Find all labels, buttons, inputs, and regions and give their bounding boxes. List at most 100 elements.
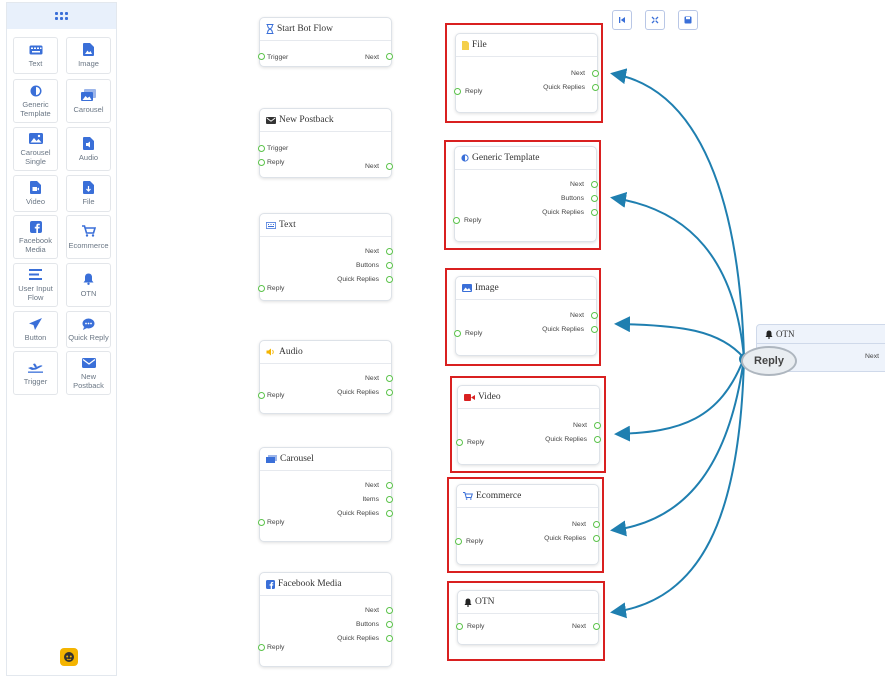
input-port[interactable] (454, 88, 461, 95)
output-port[interactable] (386, 375, 393, 382)
node-facebook-media[interactable]: Facebook Media Next Buttons Quick Replie… (258, 572, 393, 667)
file-icon (462, 40, 469, 50)
output-port[interactable] (386, 53, 393, 60)
port-label: Next (865, 353, 879, 360)
port-label: Trigger (267, 54, 289, 61)
output-port[interactable] (592, 70, 599, 77)
previous-button[interactable] (612, 10, 632, 30)
paper-plane-icon (29, 317, 42, 330)
output-port[interactable] (386, 621, 393, 628)
sidebar-item-trigger[interactable]: Trigger (13, 351, 58, 395)
port-label: Buttons (560, 195, 584, 202)
input-port[interactable] (258, 392, 265, 399)
output-port[interactable] (386, 276, 393, 283)
bell-icon (765, 330, 773, 339)
input-port[interactable] (456, 623, 463, 630)
port-label: Next (572, 623, 586, 630)
sidebar-item-facebook-media[interactable]: Facebook Media (13, 215, 58, 259)
sidebar-menu-toggle[interactable] (7, 3, 116, 29)
output-port[interactable] (591, 312, 598, 319)
node-text[interactable]: Text Next Buttons Quick Replies Reply (258, 213, 393, 301)
port-label: Reply (267, 159, 285, 166)
node-image[interactable]: Image Next Quick Replies Reply (454, 276, 598, 356)
input-port[interactable] (453, 217, 460, 224)
output-port[interactable] (594, 422, 601, 429)
node-title: Carousel (260, 448, 391, 471)
envelope-icon (81, 356, 96, 369)
input-port[interactable] (455, 538, 462, 545)
input-port[interactable] (258, 519, 265, 526)
node-start-bot-flow[interactable]: Start Bot Flow Trigger Next (258, 17, 393, 67)
node-video[interactable]: Video Next Quick Replies Reply (456, 385, 601, 465)
sidebar-item-button[interactable]: Button (13, 311, 58, 348)
input-port[interactable] (258, 53, 265, 60)
port-label: Quick Replies (542, 326, 584, 333)
connector-to-video (614, 357, 745, 442)
output-port[interactable] (386, 496, 393, 503)
output-port[interactable] (592, 84, 599, 91)
reply-output-port[interactable]: Reply (741, 346, 797, 376)
sidebar-item-file[interactable]: File (66, 175, 111, 212)
connector-to-image (614, 316, 745, 359)
node-title: Image (456, 277, 596, 300)
node-audio[interactable]: Audio Next Quick Replies Reply (258, 340, 393, 414)
port-label: Quick Replies (543, 84, 585, 91)
input-port[interactable] (456, 439, 463, 446)
output-port[interactable] (386, 262, 393, 269)
port-label: Next (365, 482, 379, 489)
sidebar-item-text[interactable]: Text (13, 37, 58, 74)
output-port[interactable] (593, 535, 600, 542)
node-file[interactable]: File Next Quick Replies Reply (454, 33, 599, 113)
output-port[interactable] (591, 181, 598, 188)
port-label: Reply (267, 392, 285, 399)
sidebar-item-audio[interactable]: Audio (66, 127, 111, 171)
input-port[interactable] (258, 644, 265, 651)
hourglass-icon (266, 24, 274, 34)
sidebar-item-video[interactable]: Video (13, 175, 58, 212)
sidebar-item-image[interactable]: Image (66, 37, 111, 74)
node-generic-template[interactable]: Generic Template Next Buttons Quick Repl… (453, 146, 598, 242)
node-ecommerce[interactable]: Ecommerce Next Quick Replies Reply (455, 484, 600, 565)
sidebar-item-new-postback[interactable]: New Postback (66, 351, 111, 395)
input-port[interactable] (258, 159, 265, 166)
node-carousel[interactable]: Carousel Next Items Quick Replies Reply (258, 447, 393, 542)
input-port[interactable] (258, 145, 265, 152)
input-port[interactable] (258, 285, 265, 292)
node-title: Generic Template (455, 147, 596, 170)
output-port[interactable] (591, 195, 598, 202)
sidebar-item-ecommerce[interactable]: Ecommerce (66, 215, 111, 259)
output-port[interactable] (386, 607, 393, 614)
output-port[interactable] (386, 163, 393, 170)
sidebar-item-carousel[interactable]: Carousel (66, 79, 111, 123)
input-port[interactable] (454, 330, 461, 337)
output-port[interactable] (386, 510, 393, 517)
half-circle-icon (30, 84, 42, 97)
sidebar-item-otn[interactable]: OTN (66, 263, 111, 307)
output-port[interactable] (386, 635, 393, 642)
collapse-button[interactable] (645, 10, 665, 30)
video-camera-icon (464, 393, 475, 401)
output-port[interactable] (591, 209, 598, 216)
output-port[interactable] (591, 326, 598, 333)
envelope-icon (266, 116, 276, 124)
output-port[interactable] (386, 248, 393, 255)
sidebar-item-carousel-single[interactable]: Carousel Single (13, 127, 58, 171)
sidebar-item-label: Video (25, 197, 46, 206)
node-new-postback[interactable]: New Postback Trigger Reply Next (258, 108, 393, 178)
lines-icon (29, 268, 42, 281)
sidebar-item-generic-template[interactable]: Generic Template (13, 79, 58, 123)
sidebar-item-quick-reply[interactable]: Quick Reply (66, 311, 111, 348)
save-button[interactable] (678, 10, 698, 30)
output-port[interactable] (386, 389, 393, 396)
output-port[interactable] (594, 436, 601, 443)
plane-icon (28, 361, 43, 374)
collapse-icon (651, 11, 659, 29)
cart-icon (463, 492, 473, 500)
output-port[interactable] (386, 482, 393, 489)
node-otn[interactable]: OTN Reply Next (456, 590, 600, 645)
sidebar-item-user-input-flow[interactable]: User Input Flow (13, 263, 58, 307)
sidebar-item-label: Trigger (23, 376, 48, 386)
output-port[interactable] (593, 521, 600, 528)
output-port[interactable] (593, 623, 600, 630)
audio-file-icon (83, 136, 94, 150)
